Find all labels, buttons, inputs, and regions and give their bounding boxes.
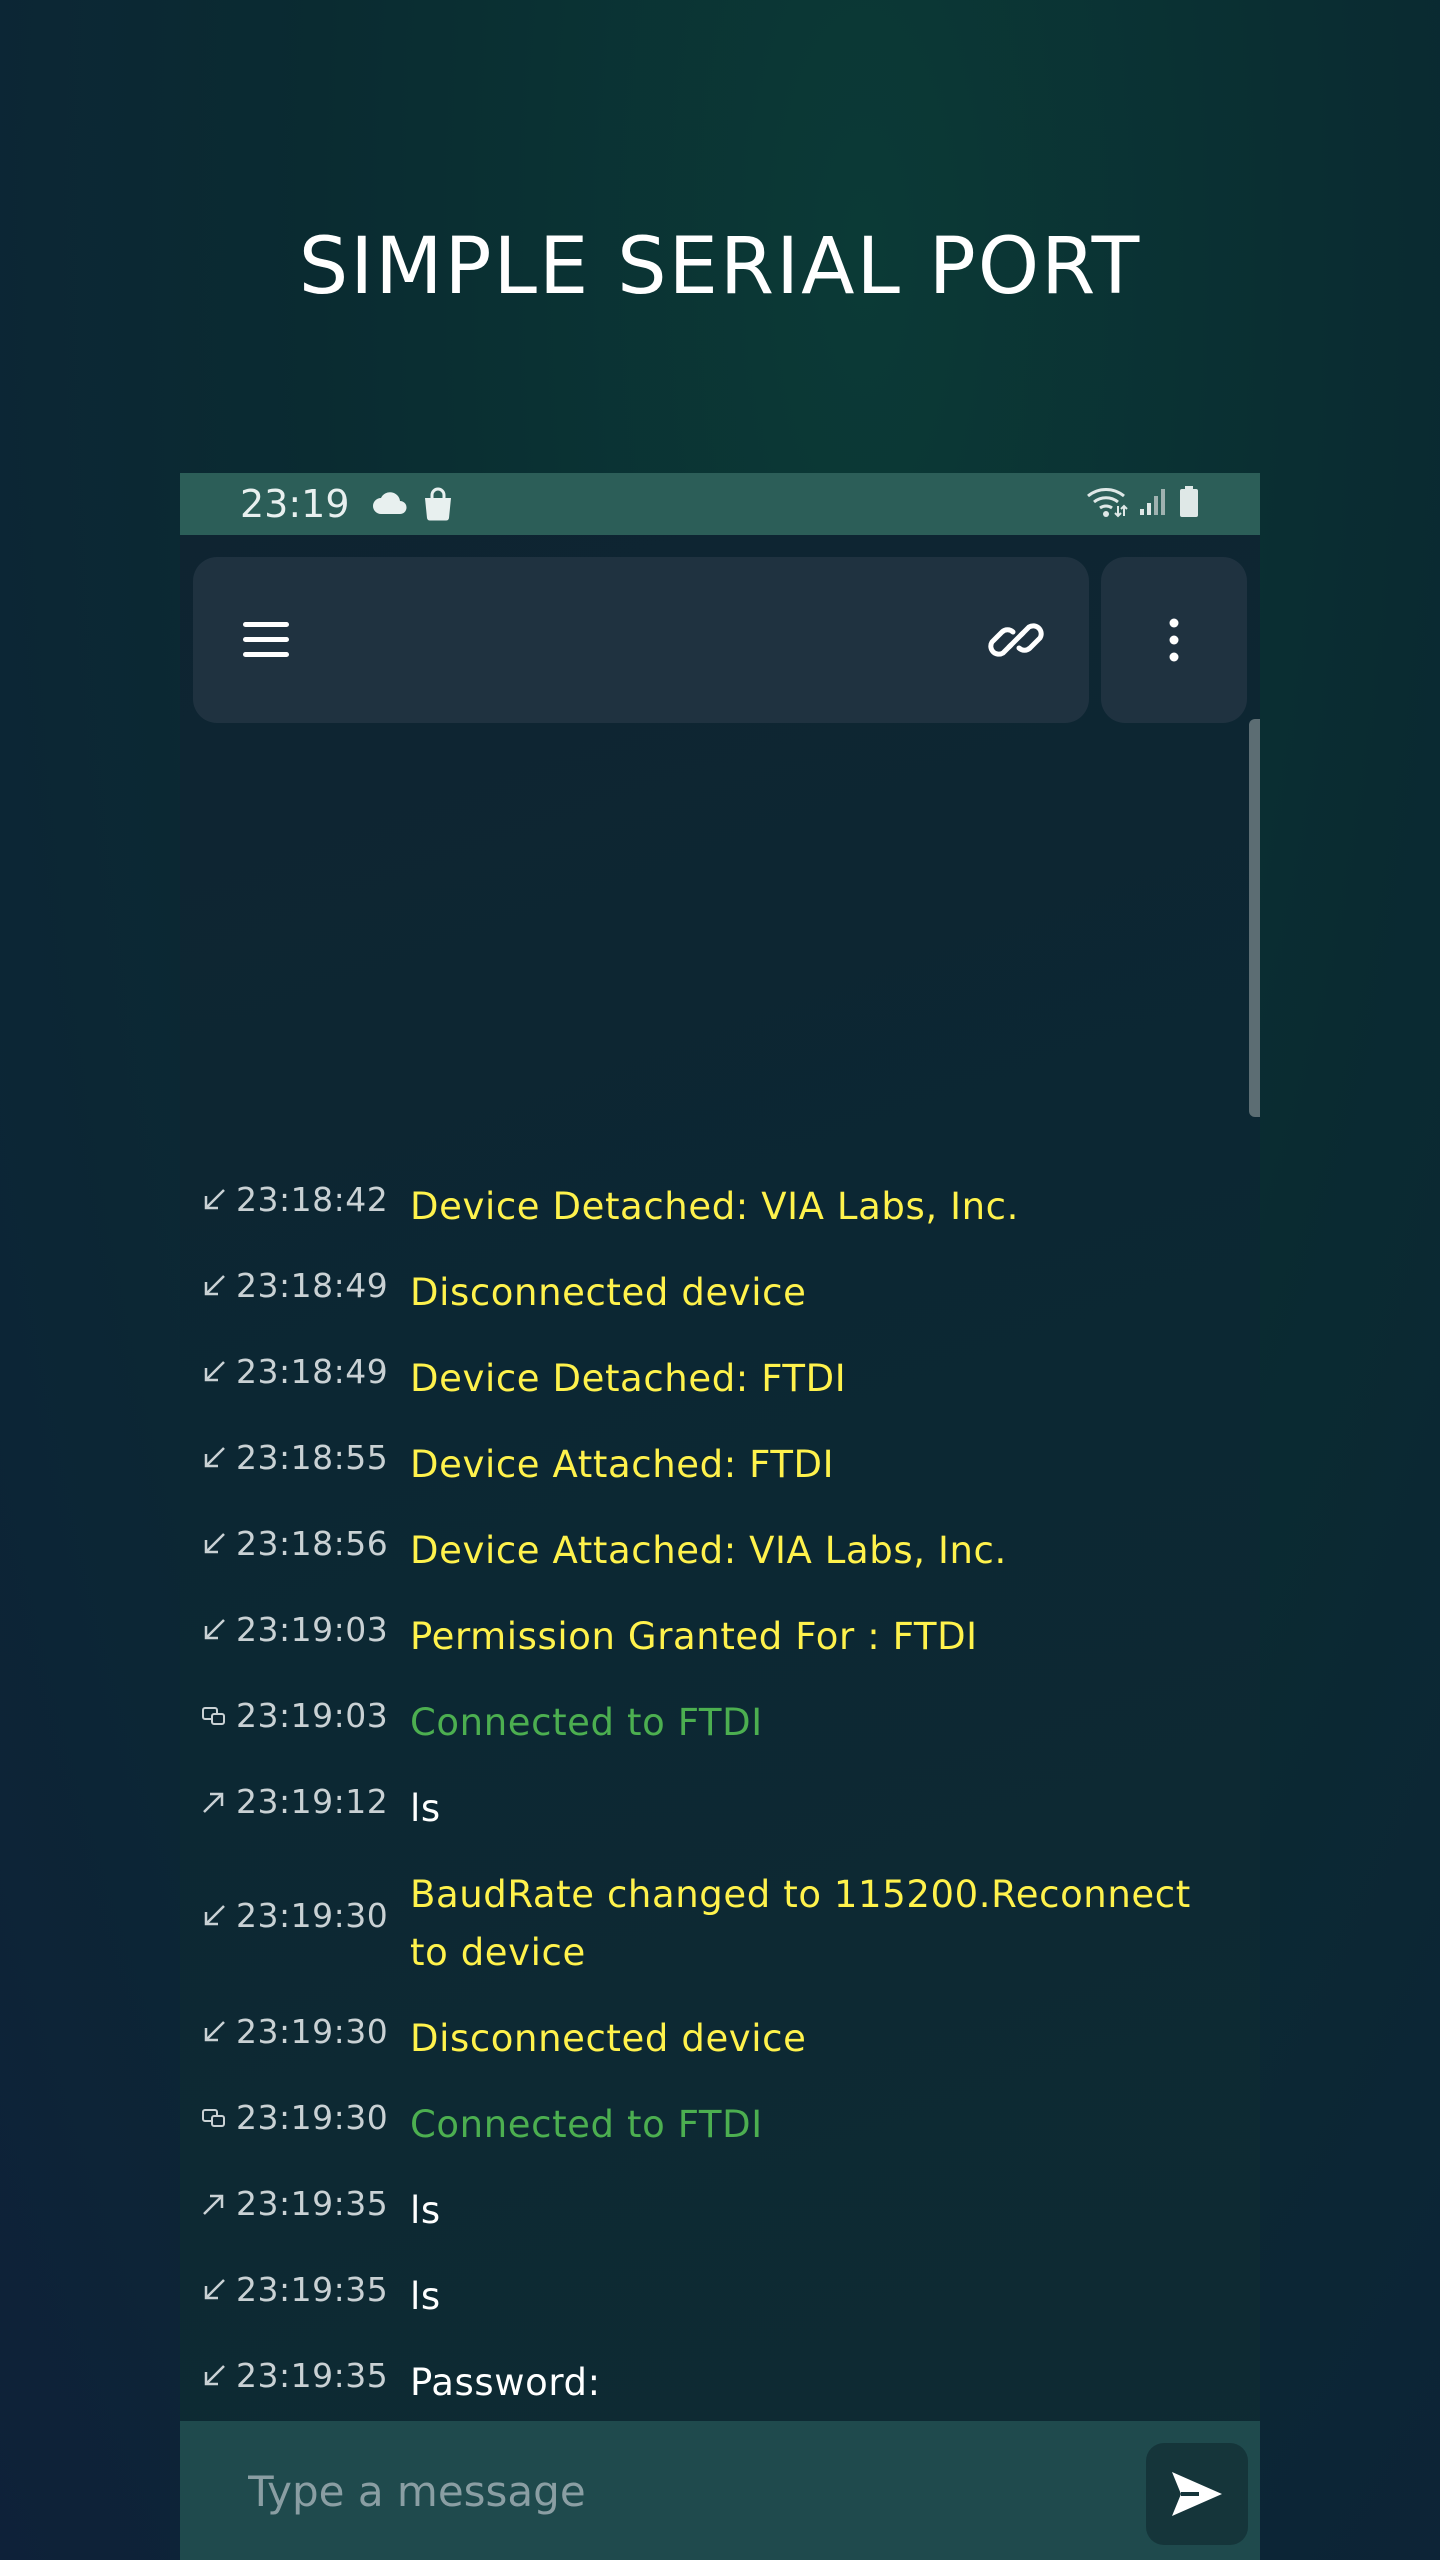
log-message: Device Attached: VIA Labs, Inc. [410,1529,1007,1572]
log-message: Password: [410,2361,601,2404]
hamburger-menu-icon[interactable] [241,616,291,664]
log-row: 23:18:49 Disconnected device [200,1264,1240,1322]
more-vertical-icon[interactable] [1101,557,1247,723]
log-timestamp: 23:19:35 [236,2270,389,2309]
signal-icon [1138,487,1168,521]
log-timestamp: 23:19:03 [236,1610,389,1649]
log-row: 23:19:35 ls [200,2268,1240,2326]
send-button[interactable] [1146,2443,1248,2545]
composer-bar [180,2421,1260,2560]
incoming-arrow-icon [200,1530,228,1558]
log-message: Connected to FTDI [410,2103,763,2146]
log-timestamp: 23:19:30 [236,1896,389,1935]
log-timestamp: 23:18:49 [236,1352,389,1391]
log-row: 23:18:49 Device Detached: FTDI [200,1350,1240,1408]
log-timestamp: 23:18:55 [236,1438,389,1477]
log-timestamp: 23:19:30 [236,2098,389,2137]
log-row: 23:19:35 ls [200,2182,1240,2240]
log-message: BaudRate changed to 115200.Reconnect to … [410,1873,1191,1974]
battery-icon [1178,486,1200,522]
shopping-bag-icon [422,487,454,521]
send-icon [1172,2472,1222,2516]
incoming-arrow-icon [200,2276,228,2304]
incoming-arrow-icon [200,2362,228,2390]
log-row: 23:19:30 Disconnected device [200,2010,1240,2068]
message-input[interactable] [248,2461,1048,2521]
log-message: ls [410,2189,441,2232]
log-timestamp: 23:19:12 [236,1782,389,1821]
log-message: ls [410,1787,441,1830]
log-message: ls [410,2275,441,2318]
incoming-arrow-icon [200,1902,228,1930]
log-row: 23:19:35 Password: [200,2354,1240,2412]
incoming-arrow-icon [200,1272,228,1300]
log-row: 23:18:55 Device Attached: FTDI [200,1436,1240,1494]
log-row: 23:18:42 Device Detached: VIA Labs, Inc. [200,1178,1240,1236]
incoming-arrow-icon [200,2018,228,2046]
log-row: 23:18:56 Device Attached: VIA Labs, Inc. [200,1522,1240,1580]
log-timestamp: 23:19:35 [236,2184,389,2223]
status-bar: 23:19 [180,473,1260,535]
phone-screen: 23:19 23:18:42 Device Detached: VIA Labs… [180,473,1260,2560]
log-timestamp: 23:18:49 [236,1266,389,1305]
log-timestamp: 23:18:56 [236,1524,389,1563]
log-message: Device Detached: FTDI [410,1357,847,1400]
log-message: Permission Granted For : FTDI [410,1615,978,1658]
log-row: 23:19:30 Connected to FTDI [200,2096,1240,2154]
incoming-arrow-icon [200,1616,228,1644]
log-row: 23:19:30 BaudRate changed to 115200.Reco… [200,1866,1240,1982]
log-row: 23:19:12 ls [200,1780,1240,1838]
log-message: Disconnected device [410,2017,807,2060]
toolbar [193,557,1089,723]
incoming-arrow-icon [200,1186,228,1214]
log-timestamp: 23:19:03 [236,1696,389,1735]
outgoing-arrow-icon [200,1788,228,1816]
incoming-arrow-icon [200,1444,228,1472]
log-message: Device Detached: VIA Labs, Inc. [410,1185,1019,1228]
log-message: Device Attached: FTDI [410,1443,835,1486]
promo-title: SIMPLE SERIAL PORT [298,222,1142,312]
scrollbar[interactable] [1249,719,1260,1117]
status-chat-icon [200,2104,228,2132]
outgoing-arrow-icon [200,2190,228,2218]
status-chat-icon [200,1702,228,1730]
log-timestamp: 23:18:42 [236,1180,389,1219]
link-icon[interactable] [983,607,1049,673]
cloud-icon [372,492,408,516]
log-message: Connected to FTDI [410,1701,763,1744]
log-timestamp: 23:19:35 [236,2356,389,2395]
log-row: 23:19:03 Permission Granted For : FTDI [200,1608,1240,1666]
log-timestamp: 23:19:30 [236,2012,389,2051]
log-message: Disconnected device [410,1271,807,1314]
log-row: 23:19:03 Connected to FTDI [200,1694,1240,1752]
status-time: 23:19 [240,482,350,526]
incoming-arrow-icon [200,1358,228,1386]
wifi-icon [1086,486,1128,522]
